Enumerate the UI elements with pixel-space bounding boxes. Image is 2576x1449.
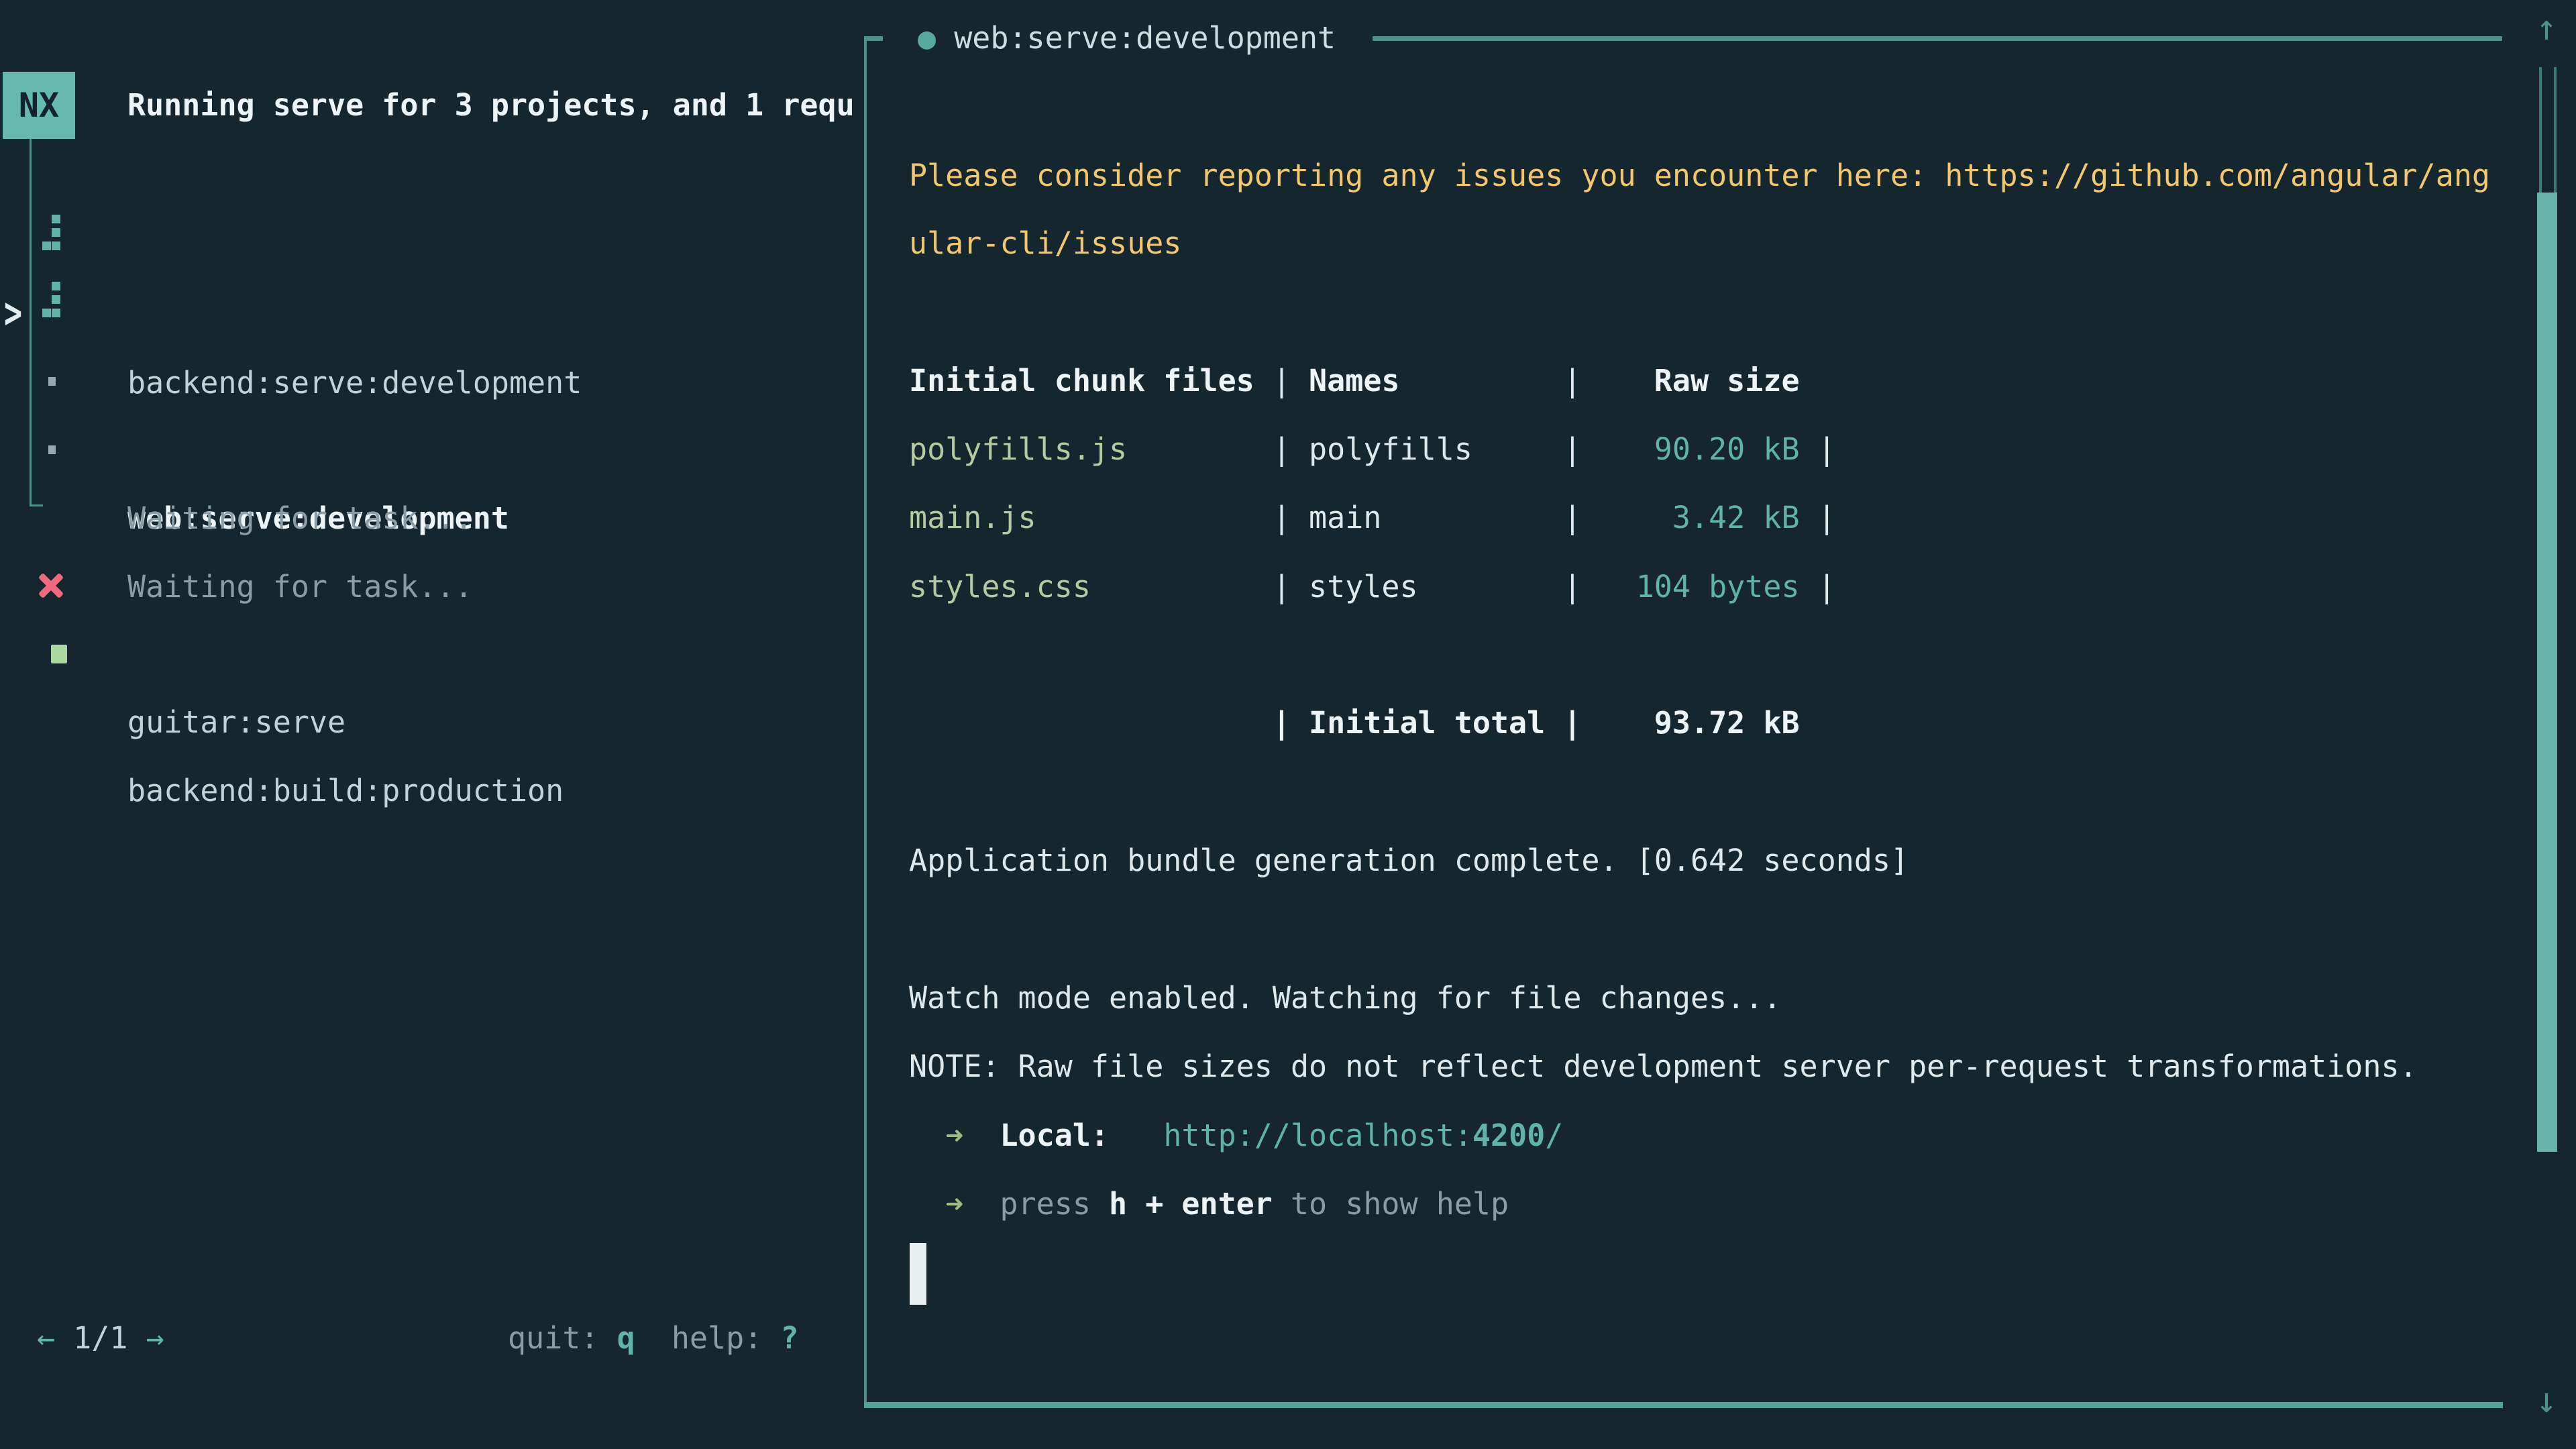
panel-title: web:serve:development — [954, 20, 1336, 56]
row-end-separator: | — [1800, 500, 1836, 535]
column-separator: | — [1273, 705, 1309, 741]
header-files: Initial chunk files — [909, 363, 1273, 398]
total-pad — [909, 705, 1273, 741]
prev-page-arrow-icon[interactable]: ← — [37, 1320, 55, 1356]
pending-dot-icon — [48, 445, 56, 454]
raw-size-note: NOTE: Raw file sizes do not reflect deve… — [909, 1032, 2418, 1101]
help-hint-keys: h + enter — [1109, 1186, 1273, 1222]
chunk-table-header: Initial chunk files | Names | Raw size — [909, 347, 1800, 415]
column-separator: | — [1273, 500, 1309, 535]
chunk-size: 90.20 kB — [1600, 431, 1800, 467]
localhost-url-suffix[interactable]: / — [1545, 1118, 1563, 1153]
task-row-waiting-1[interactable]: Waiting for task... — [0, 347, 863, 416]
row-end-separator: | — [1800, 569, 1836, 604]
page-indicator: 1/1 — [55, 1320, 146, 1356]
chunk-file: styles.css — [909, 569, 1273, 604]
scrollbar-thumb[interactable] — [2537, 193, 2557, 1152]
sidebar-title: Running serve for 3 projects, and 1 requ — [127, 71, 855, 140]
pad — [909, 1118, 945, 1153]
chunk-name: polyfills — [1309, 431, 1563, 467]
terminal-block-cursor — [910, 1243, 926, 1305]
spinner-icon — [42, 215, 62, 252]
bundle-complete-message: Application bundle generation complete. … — [909, 826, 1909, 895]
task-row-guitar-serve[interactable]: guitar:serve — [0, 551, 863, 620]
header-raw-size: Raw size — [1600, 363, 1800, 398]
pending-dot-icon — [48, 377, 56, 386]
chunk-table-row: main.js | main | 3.42 kB | — [909, 484, 1836, 552]
quit-hint-label: quit: — [508, 1320, 617, 1356]
chunk-name: styles — [1309, 569, 1563, 604]
panel-border-top-stub — [864, 36, 883, 41]
nx-logo: NX — [3, 72, 75, 139]
pad — [963, 1118, 1000, 1153]
task-row-backend-serve[interactable]: backend:serve:development — [0, 212, 863, 280]
panel-border-top — [1373, 36, 2502, 41]
watch-mode-message: Watch mode enabled. Watching for file ch… — [909, 964, 1781, 1032]
panel-title-bar: ● web:serve:development — [918, 4, 1336, 72]
column-separator: | — [1273, 431, 1309, 467]
help-hint-line: ➜ press h + enter to show help — [909, 1170, 1509, 1238]
help-hint-pre: press — [1000, 1186, 1109, 1222]
help-hint-post: to show help — [1273, 1186, 1509, 1222]
pad — [963, 1186, 1000, 1222]
task-label: guitar:serve — [127, 688, 345, 757]
column-separator: | — [1563, 705, 1599, 741]
scrollbar-track[interactable] — [2539, 67, 2557, 193]
local-label: Local: — [1000, 1118, 1109, 1153]
help-hint-label: help: — [672, 1320, 781, 1356]
chunk-size: 104 bytes — [1600, 569, 1800, 604]
panel-border-left — [864, 36, 867, 1408]
chunk-file: polyfills.js — [909, 431, 1273, 467]
scroll-up-arrow-icon[interactable]: ↑ — [2526, 8, 2567, 48]
arrow-right-icon: ➜ — [945, 1118, 963, 1153]
task-label: Waiting for task... — [127, 484, 473, 553]
success-square-icon — [51, 645, 67, 663]
column-separator: | — [1563, 500, 1599, 535]
failed-x-icon — [38, 572, 64, 599]
sidebar-bottom-bar: ← 1/1 → quit: q help: ? — [0, 1304, 863, 1373]
task-row-waiting-2[interactable]: Waiting for task... — [0, 416, 863, 484]
task-row-web-serve-selected[interactable]: > web:serve:development — [0, 279, 863, 347]
chunk-table-row: styles.css | styles | 104 bytes | — [909, 553, 1836, 621]
local-url-line: ➜ Local: http://localhost:4200/ — [909, 1102, 1563, 1170]
hint-spacer — [635, 1320, 672, 1356]
task-row-backend-build[interactable]: backend:build:production — [0, 620, 863, 688]
chunk-name: main — [1309, 500, 1563, 535]
help-key: ? — [780, 1320, 798, 1356]
quit-key: q — [617, 1320, 635, 1356]
pad — [909, 1186, 945, 1222]
next-page-arrow-icon[interactable]: → — [146, 1320, 164, 1356]
panel-border-bottom — [864, 1402, 2503, 1408]
nx-tui-screen: NX Running serve for 3 projects, and 1 r… — [0, 0, 2576, 1449]
chunk-file: main.js — [909, 500, 1273, 535]
row-end-separator: | — [1800, 431, 1836, 467]
total-label: Initial total — [1309, 705, 1563, 741]
total-size: 93.72 kB — [1600, 705, 1800, 741]
column-separator: | — [1563, 569, 1599, 604]
arrow-right-icon: ➜ — [945, 1186, 963, 1222]
issue-notice-line2: ular-cli/issues — [909, 209, 1181, 278]
pagination: ← 1/1 → — [37, 1304, 164, 1373]
column-separator: | — [1273, 363, 1309, 398]
column-separator: | — [1273, 569, 1309, 604]
column-separator: | — [1563, 431, 1599, 467]
chunk-table-row: polyfills.js | polyfills | 90.20 kB | — [909, 415, 1836, 484]
key-hints: quit: q help: ? — [508, 1304, 799, 1373]
column-separator: | — [1563, 363, 1599, 398]
chunk-size: 3.42 kB — [1600, 500, 1800, 535]
spinner-icon — [42, 282, 62, 319]
issue-notice-line1: Please consider reporting any issues you… — [909, 142, 2490, 210]
scroll-down-arrow-icon[interactable]: ↓ — [2526, 1381, 2567, 1421]
pad — [1109, 1118, 1163, 1153]
task-label: backend:build:production — [127, 757, 564, 825]
running-dot-icon: ● — [918, 20, 936, 56]
localhost-port[interactable]: 4200 — [1472, 1118, 1545, 1153]
chunk-table-total-row: | Initial total | 93.72 kB — [909, 689, 1800, 757]
localhost-url[interactable]: http://localhost: — [1163, 1118, 1472, 1153]
header-names: Names — [1309, 363, 1563, 398]
